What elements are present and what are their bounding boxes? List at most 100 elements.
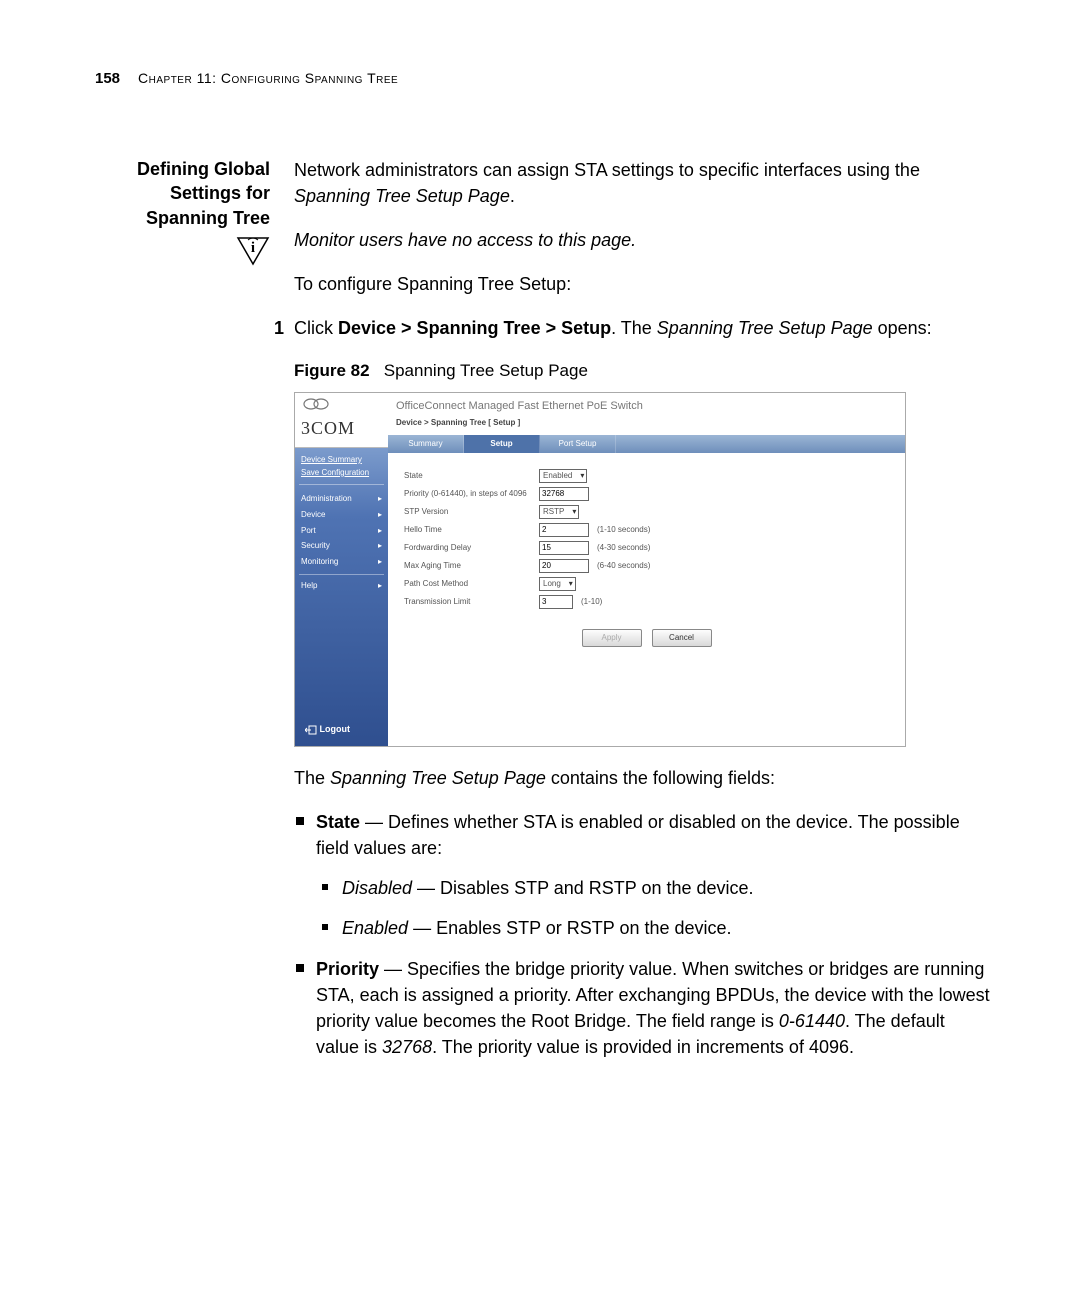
- label: Monitoring: [301, 556, 338, 568]
- tab-port-setup[interactable]: Port Setup: [540, 435, 616, 453]
- chevron-right-icon: ▸: [378, 493, 382, 505]
- label: Transmission Limit: [404, 596, 539, 608]
- menu-device[interactable]: Device ▸: [295, 507, 388, 523]
- sidebar-menu: Administration▸ Device▸ Port▸ Security▸ …: [295, 489, 388, 571]
- forwarding-delay-input[interactable]: [539, 541, 589, 555]
- label: Port: [301, 525, 316, 537]
- value-disabled: Disabled — Disables STP and RSTP on the …: [342, 875, 990, 901]
- page-number: 158: [95, 70, 120, 87]
- chevron-right-icon: ▸: [378, 556, 382, 568]
- label: Administration: [301, 493, 352, 505]
- chevron-right-icon: ▸: [378, 525, 382, 537]
- text: . The priority value is provided in incr…: [432, 1037, 854, 1057]
- field-name: State: [316, 812, 360, 832]
- row-path-cost: Path Cost Method Long: [404, 575, 889, 593]
- link-device-summary[interactable]: Device Summary: [301, 454, 382, 467]
- info-icon: i: [236, 236, 270, 272]
- tabs: Summary Setup Port Setup: [388, 435, 905, 453]
- logout-button[interactable]: Logout: [305, 723, 350, 736]
- section: Defining Global Settings for Spanning Tr…: [95, 157, 990, 1074]
- fields-lead: The Spanning Tree Setup Page contains th…: [294, 765, 990, 791]
- label: Help: [301, 580, 317, 592]
- main-panel: OfficeConnect Managed Fast Ethernet PoE …: [388, 393, 905, 746]
- step-number: 1: [264, 315, 284, 341]
- apply-button[interactable]: Apply: [582, 629, 642, 647]
- screenshot-body: 3COM Device Summary Save Configuration A…: [295, 393, 905, 746]
- row-stp-version: STP Version RSTP: [404, 503, 889, 521]
- stp-version-select[interactable]: RSTP: [539, 505, 579, 519]
- left-column: Defining Global Settings for Spanning Tr…: [95, 157, 270, 272]
- row-transmission-limit: Transmission Limit (1-10): [404, 593, 889, 611]
- hint: (6-40 seconds): [597, 560, 650, 572]
- tab-summary[interactable]: Summary: [388, 435, 464, 453]
- form: State Enabled Priority (0-61440), in ste…: [388, 453, 905, 661]
- field-name: Priority: [316, 959, 379, 979]
- label: Device: [301, 509, 325, 521]
- page-name: Spanning Tree Setup Page: [330, 768, 546, 788]
- range: 0-61440: [779, 1011, 845, 1031]
- label: STP Version: [404, 506, 539, 518]
- state-values: Disabled — Disables STP and RSTP on the …: [316, 875, 990, 941]
- label: Logout: [320, 724, 351, 734]
- label: Path Cost Method: [404, 578, 539, 590]
- max-aging-input[interactable]: [539, 559, 589, 573]
- row-hello-time: Hello Time (1-10 seconds): [404, 521, 889, 539]
- figure-title: Spanning Tree Setup Page: [384, 361, 588, 380]
- label: Hello Time: [404, 524, 539, 536]
- text: The: [294, 768, 330, 788]
- field-state: State — Defines whether STA is enabled o…: [316, 809, 990, 941]
- chevron-right-icon: ▸: [378, 509, 382, 521]
- field-priority: Priority — Specifies the bridge priority…: [316, 956, 990, 1060]
- page-header: 158 Chapter 11: Configuring Spanning Tre…: [95, 70, 990, 87]
- page-name: Spanning Tree Setup Page: [294, 186, 510, 206]
- value-enabled: Enabled — Enables STP or RSTP on the dev…: [342, 915, 990, 941]
- tab-setup[interactable]: Setup: [464, 435, 540, 453]
- menu-security[interactable]: Security▸: [295, 538, 388, 554]
- menu-port[interactable]: Port ▸: [295, 523, 388, 539]
- breadcrumb: Device > Spanning Tree [ Setup ]: [388, 417, 905, 435]
- text: — Disables STP and RSTP on the device.: [412, 878, 754, 898]
- sidebar-links: Device Summary Save Configuration: [295, 448, 388, 482]
- row-max-aging: Max Aging Time (6-40 seconds): [404, 557, 889, 575]
- path-cost-select[interactable]: Long: [539, 577, 576, 591]
- label: Security: [301, 540, 330, 552]
- link-save-configuration[interactable]: Save Configuration: [301, 467, 382, 480]
- menu-monitoring[interactable]: Monitoring ▸: [295, 554, 388, 570]
- transmission-limit-input[interactable]: [539, 595, 573, 609]
- text: Network administrators can assign STA se…: [294, 160, 920, 180]
- priority-input[interactable]: [539, 487, 589, 501]
- step-body: Click Device > Spanning Tree > Setup. Th…: [294, 315, 932, 341]
- value-name: Enabled: [342, 918, 408, 938]
- state-select[interactable]: Enabled: [539, 469, 587, 483]
- hint: (4-30 seconds): [597, 542, 650, 554]
- figure-caption: Figure 82 Spanning Tree Setup Page: [294, 359, 990, 384]
- chevron-right-icon: ▸: [378, 580, 382, 592]
- text: .: [510, 186, 515, 206]
- rings-icon: [301, 397, 331, 411]
- menu-help[interactable]: Help ▸: [295, 578, 388, 594]
- figure-label: Figure 82: [294, 361, 370, 380]
- intro-paragraph: Network administrators can assign STA se…: [294, 157, 990, 209]
- row-priority: Priority (0-61440), in steps of 4096: [404, 485, 889, 503]
- section-heading: Defining Global Settings for Spanning Tr…: [95, 157, 270, 230]
- product-title: OfficeConnect Managed Fast Ethernet PoE …: [388, 393, 905, 417]
- logo-text: 3COM: [301, 415, 382, 441]
- chapter-label: Chapter 11: Configuring Spanning Tree: [138, 70, 398, 86]
- hint: (1-10): [581, 596, 602, 608]
- sidebar: 3COM Device Summary Save Configuration A…: [295, 393, 388, 746]
- value-name: Disabled: [342, 878, 412, 898]
- field-list: State — Defines whether STA is enabled o…: [294, 809, 990, 1060]
- label: Max Aging Time: [404, 560, 539, 572]
- hello-time-input[interactable]: [539, 523, 589, 537]
- menu-administration[interactable]: Administration ▸: [295, 491, 388, 507]
- logout-icon: [305, 725, 317, 735]
- label: State: [404, 470, 539, 482]
- cancel-button[interactable]: Cancel: [652, 629, 712, 647]
- right-column: Network administrators can assign STA se…: [294, 157, 990, 1074]
- page-name: Spanning Tree Setup Page: [657, 318, 873, 338]
- logo-block: 3COM: [295, 393, 388, 448]
- text: opens:: [873, 318, 932, 338]
- label: Priority (0-61440), in steps of 4096: [404, 488, 539, 500]
- divider: [299, 574, 384, 575]
- label: Fordwarding Delay: [404, 542, 539, 554]
